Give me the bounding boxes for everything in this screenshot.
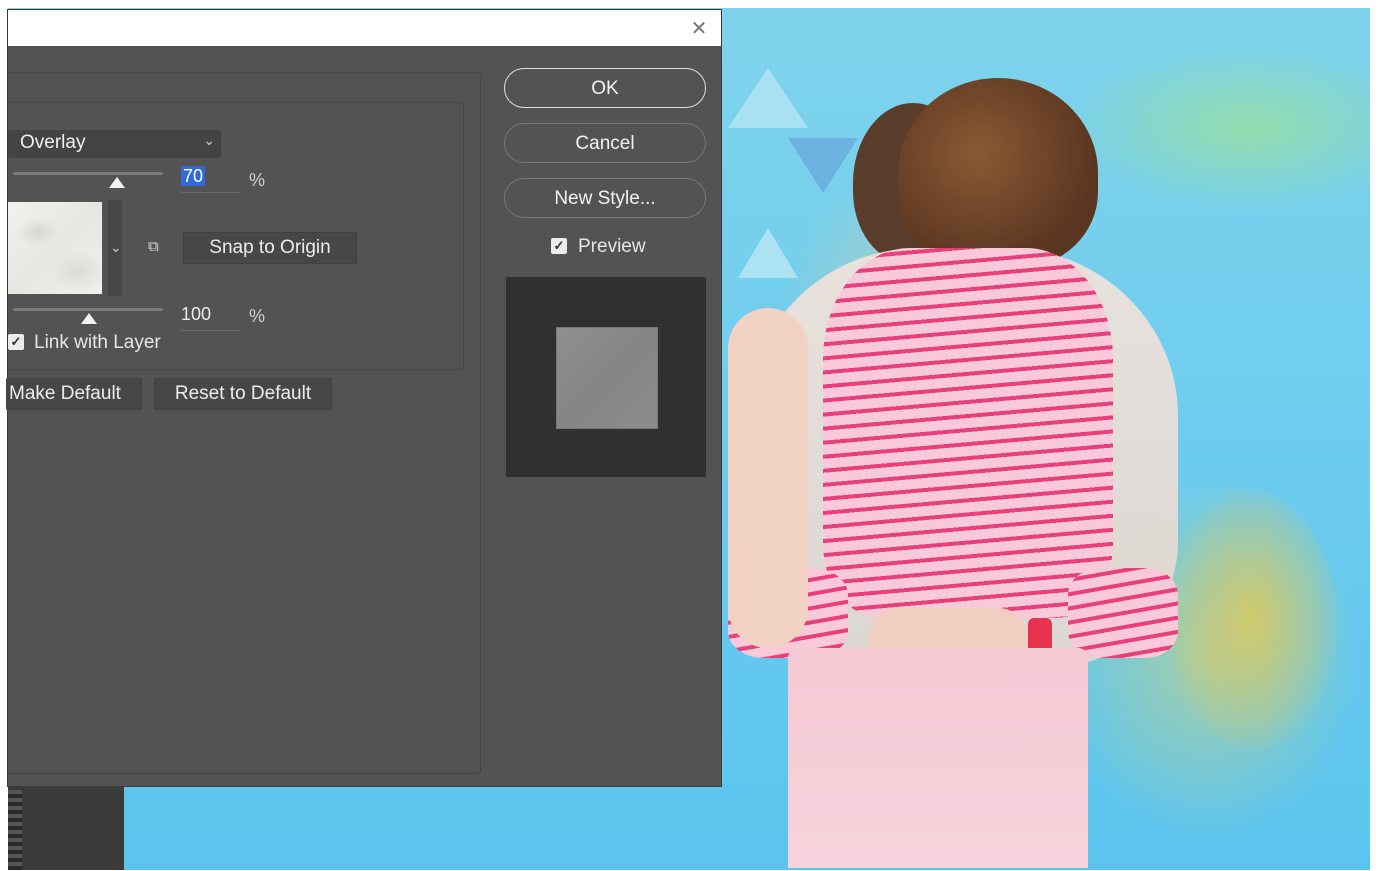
- opacity-slider-thumb[interactable]: [109, 177, 125, 188]
- make-default-button[interactable]: Make Default: [6, 378, 142, 410]
- scale-slider-track[interactable]: [13, 308, 163, 311]
- adult-arms: [728, 308, 808, 648]
- child-hair: [898, 78, 1098, 268]
- ok-button[interactable]: OK: [504, 68, 706, 108]
- child-shirt: [823, 248, 1113, 618]
- workspace-panel: [8, 780, 124, 870]
- opacity-value: 70: [181, 166, 206, 186]
- opacity-slider-track[interactable]: [13, 172, 163, 175]
- link-with-layer-checkbox[interactable]: ✓: [8, 334, 24, 350]
- blend-mode-select[interactable]: Overlay ⌄: [8, 130, 221, 158]
- scale-field[interactable]: 100: [181, 304, 241, 331]
- reset-to-default-button[interactable]: Reset to Default: [154, 378, 332, 410]
- chevron-down-icon: ⌄: [203, 133, 215, 149]
- scale-value: 100: [181, 304, 212, 324]
- pattern-swatch[interactable]: [8, 202, 102, 294]
- adult-shorts: [788, 648, 1088, 868]
- scale-slider-thumb[interactable]: [81, 313, 97, 324]
- layer-style-dialog: ✕ Overlay ⌄ 70 % ⌄ ⧉ Snap to Origin 100 …: [6, 10, 721, 786]
- preview-label: Preview: [578, 236, 646, 257]
- blend-mode-value: Overlay: [20, 132, 86, 153]
- cancel-button[interactable]: Cancel: [504, 123, 706, 163]
- preview-checkbox[interactable]: ✓: [551, 238, 567, 254]
- link-with-layer-label: Link with Layer: [34, 332, 161, 353]
- new-style-button[interactable]: New Style...: [504, 178, 706, 218]
- scale-unit: %: [249, 306, 266, 326]
- snap-to-origin-button[interactable]: Snap to Origin: [183, 232, 357, 264]
- close-icon[interactable]: ✕: [687, 16, 711, 40]
- decor-triangle: [788, 138, 858, 193]
- style-preview-swatch: [556, 327, 658, 429]
- opacity-field[interactable]: 70: [181, 166, 241, 193]
- ruler: [8, 790, 22, 870]
- opacity-unit: %: [249, 170, 266, 190]
- dialog-titlebar: ✕: [8, 10, 721, 46]
- gold-ornament: [1168, 488, 1338, 748]
- decor-triangle: [738, 228, 798, 278]
- chevron-down-icon[interactable]: ⌄: [110, 240, 122, 256]
- child-shorts-right: [1068, 568, 1178, 658]
- new-preset-icon[interactable]: ⧉: [148, 238, 164, 254]
- style-preview-panel: [506, 277, 706, 477]
- decor-triangle: [728, 68, 808, 128]
